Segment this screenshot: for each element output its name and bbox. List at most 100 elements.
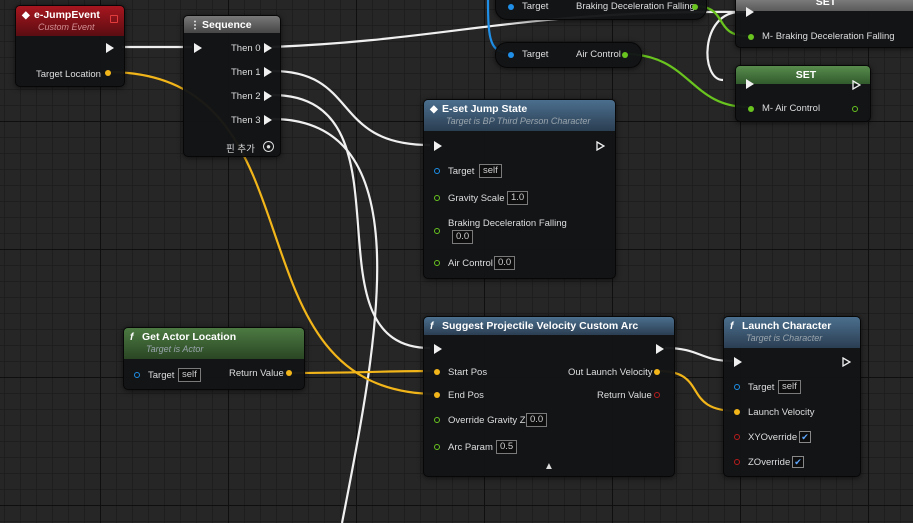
override-gravity-value[interactable]: 0.0 [526, 413, 548, 427]
xy-override-label: XYOverride [748, 432, 798, 443]
event-delegate-icon[interactable] [110, 15, 118, 23]
override-gravity-label: Override Gravity Z [448, 415, 526, 426]
event-title: ◆ e-JumpEvent [22, 9, 100, 21]
xy-override-dot[interactable] [734, 434, 740, 440]
wire-exec-then2-suggest [271, 93, 431, 350]
wire-return-value-startpos [289, 369, 438, 375]
jump-event-node[interactable]: ◆ e-JumpEvent Custom Event Target Locatio… [15, 5, 125, 87]
braking-dot[interactable] [434, 228, 440, 234]
override-gravity-dot[interactable] [434, 417, 440, 423]
then3-exec[interactable] [264, 115, 272, 125]
target-dot[interactable] [734, 384, 740, 390]
braking-label: Braking Deceleration Falling [448, 218, 567, 229]
return-value-dot[interactable] [654, 392, 660, 398]
z-override-checkbox[interactable]: ✔ [792, 456, 804, 468]
return-value-label: Return Value [229, 368, 284, 379]
target-pin-dot[interactable] [508, 52, 514, 58]
air-control-output-dot[interactable] [622, 52, 628, 58]
start-pos-dot[interactable] [434, 369, 440, 375]
set-header: SET [736, 66, 870, 84]
gravity-scale-dot[interactable] [434, 195, 440, 201]
set-braking-node[interactable]: SET M- Braking Deceleration Falling [735, 0, 913, 48]
get-actor-location-header: f Get Actor Location Target is Actor [124, 328, 304, 359]
out-launch-velocity-label: Out Launch Velocity [568, 367, 653, 378]
set-exec-out[interactable] [852, 80, 861, 90]
sequence-exec-in[interactable] [194, 43, 202, 53]
then0-exec[interactable] [264, 43, 272, 53]
sequence-header: ⋮ Sequence [184, 16, 280, 33]
set-jump-exec-in[interactable] [434, 141, 442, 151]
gravity-scale-label: Gravity Scale [448, 193, 505, 204]
sequence-node[interactable]: ⋮ Sequence Then 0 Then 1 Then 2 Then 3 핀 … [183, 15, 281, 157]
sequence-icon: ⋮ [190, 20, 200, 31]
return-value-label: Return Value [597, 390, 652, 401]
target-location-label: Target Location [36, 69, 101, 80]
then2-exec[interactable] [264, 91, 272, 101]
gravity-scale-value[interactable]: 1.0 [507, 191, 529, 205]
set-jump-state-title: ◆ E-set Jump State [430, 103, 528, 115]
z-override-label: ZOverride [748, 457, 791, 468]
suggest-exec-in[interactable] [434, 344, 442, 354]
add-pin-label[interactable]: 핀 추가 [226, 141, 255, 155]
air-control-dot[interactable] [434, 260, 440, 266]
xy-override-checkbox[interactable]: ✔ [799, 431, 811, 443]
target-dot[interactable] [434, 168, 440, 174]
end-pos-dot[interactable] [434, 392, 440, 398]
event-diamond-icon: ◆ [22, 10, 30, 21]
top-braking-node[interactable]: Target Braking Deceleration Falling [495, 0, 707, 20]
wire-exec-then1-setjump [271, 69, 431, 147]
launch-exec-out[interactable] [842, 357, 851, 367]
get-actor-location-node[interactable]: f Get Actor Location Target is Actor Targ… [123, 327, 305, 390]
launch-velocity-dot[interactable] [734, 409, 740, 415]
set-air-control-node[interactable]: SET M- Air Control [735, 65, 871, 122]
launch-character-title: f Launch Character [730, 320, 832, 332]
braking-output-label: Braking Deceleration Falling [576, 1, 695, 12]
event-header: ◆ e-JumpEvent Custom Event [16, 6, 124, 36]
target-pin-label: Target [522, 49, 549, 60]
target-value[interactable]: self [178, 368, 201, 382]
add-pin-icon[interactable]: ● [263, 141, 274, 152]
suggest-exec-out[interactable] [656, 344, 664, 354]
target-dot[interactable] [134, 372, 140, 378]
top-air-control-node[interactable]: Target Air Control [495, 42, 642, 68]
out-launch-velocity-dot[interactable] [654, 369, 660, 375]
z-override-dot[interactable] [734, 459, 740, 465]
arc-param-dot[interactable] [434, 444, 440, 450]
set-output-dot[interactable] [852, 106, 858, 112]
set-exec-in[interactable] [746, 79, 754, 89]
function-icon: f [730, 321, 734, 332]
air-control-label: Air Control [448, 258, 493, 269]
launch-character-node[interactable]: f Launch Character Target is Character Ta… [723, 316, 861, 477]
set-exec-in[interactable] [746, 7, 754, 17]
set-jump-state-node[interactable]: ◆ E-set Jump State Target is BP Third Per… [423, 99, 616, 279]
set-jump-exec-out[interactable] [596, 141, 605, 151]
braking-value[interactable]: 0.0 [452, 230, 474, 244]
suggest-projectile-title: f Suggest Projectile Velocity Custom Arc [430, 320, 639, 332]
target-location-dot[interactable] [105, 70, 111, 76]
target-pin-dot[interactable] [508, 4, 514, 10]
then1-exec[interactable] [264, 67, 272, 77]
launch-exec-in[interactable] [734, 357, 742, 367]
arc-param-label: Arc Param [448, 442, 493, 453]
get-actor-location-title: f Get Actor Location [130, 331, 237, 343]
event-subtitle: Custom Event [38, 22, 95, 32]
braking-output-dot[interactable] [692, 4, 698, 10]
suggest-projectile-node[interactable]: f Suggest Projectile Velocity Custom Arc … [423, 316, 675, 477]
sequence-title: ⋮ Sequence [190, 19, 252, 31]
function-icon: f [130, 332, 134, 343]
air-control-output-label: Air Control [576, 49, 621, 60]
set-jump-state-subtitle: Target is BP Third Person Character [446, 116, 591, 126]
wire-exec-then3-down [271, 117, 379, 523]
then0-label: Then 0 [231, 43, 261, 54]
target-value[interactable]: self [778, 380, 801, 394]
target-value[interactable]: self [479, 164, 502, 178]
then2-label: Then 2 [231, 91, 261, 102]
return-value-dot[interactable] [286, 370, 292, 376]
event-exec-out[interactable] [106, 43, 114, 53]
set-input-dot[interactable] [748, 34, 754, 40]
arc-param-value[interactable]: 0.5 [496, 440, 518, 454]
set-input-dot[interactable] [748, 106, 754, 112]
collapse-chevron-icon[interactable]: ▲ [544, 461, 554, 472]
air-control-value[interactable]: 0.0 [494, 256, 516, 270]
set-title: SET [815, 0, 837, 8]
